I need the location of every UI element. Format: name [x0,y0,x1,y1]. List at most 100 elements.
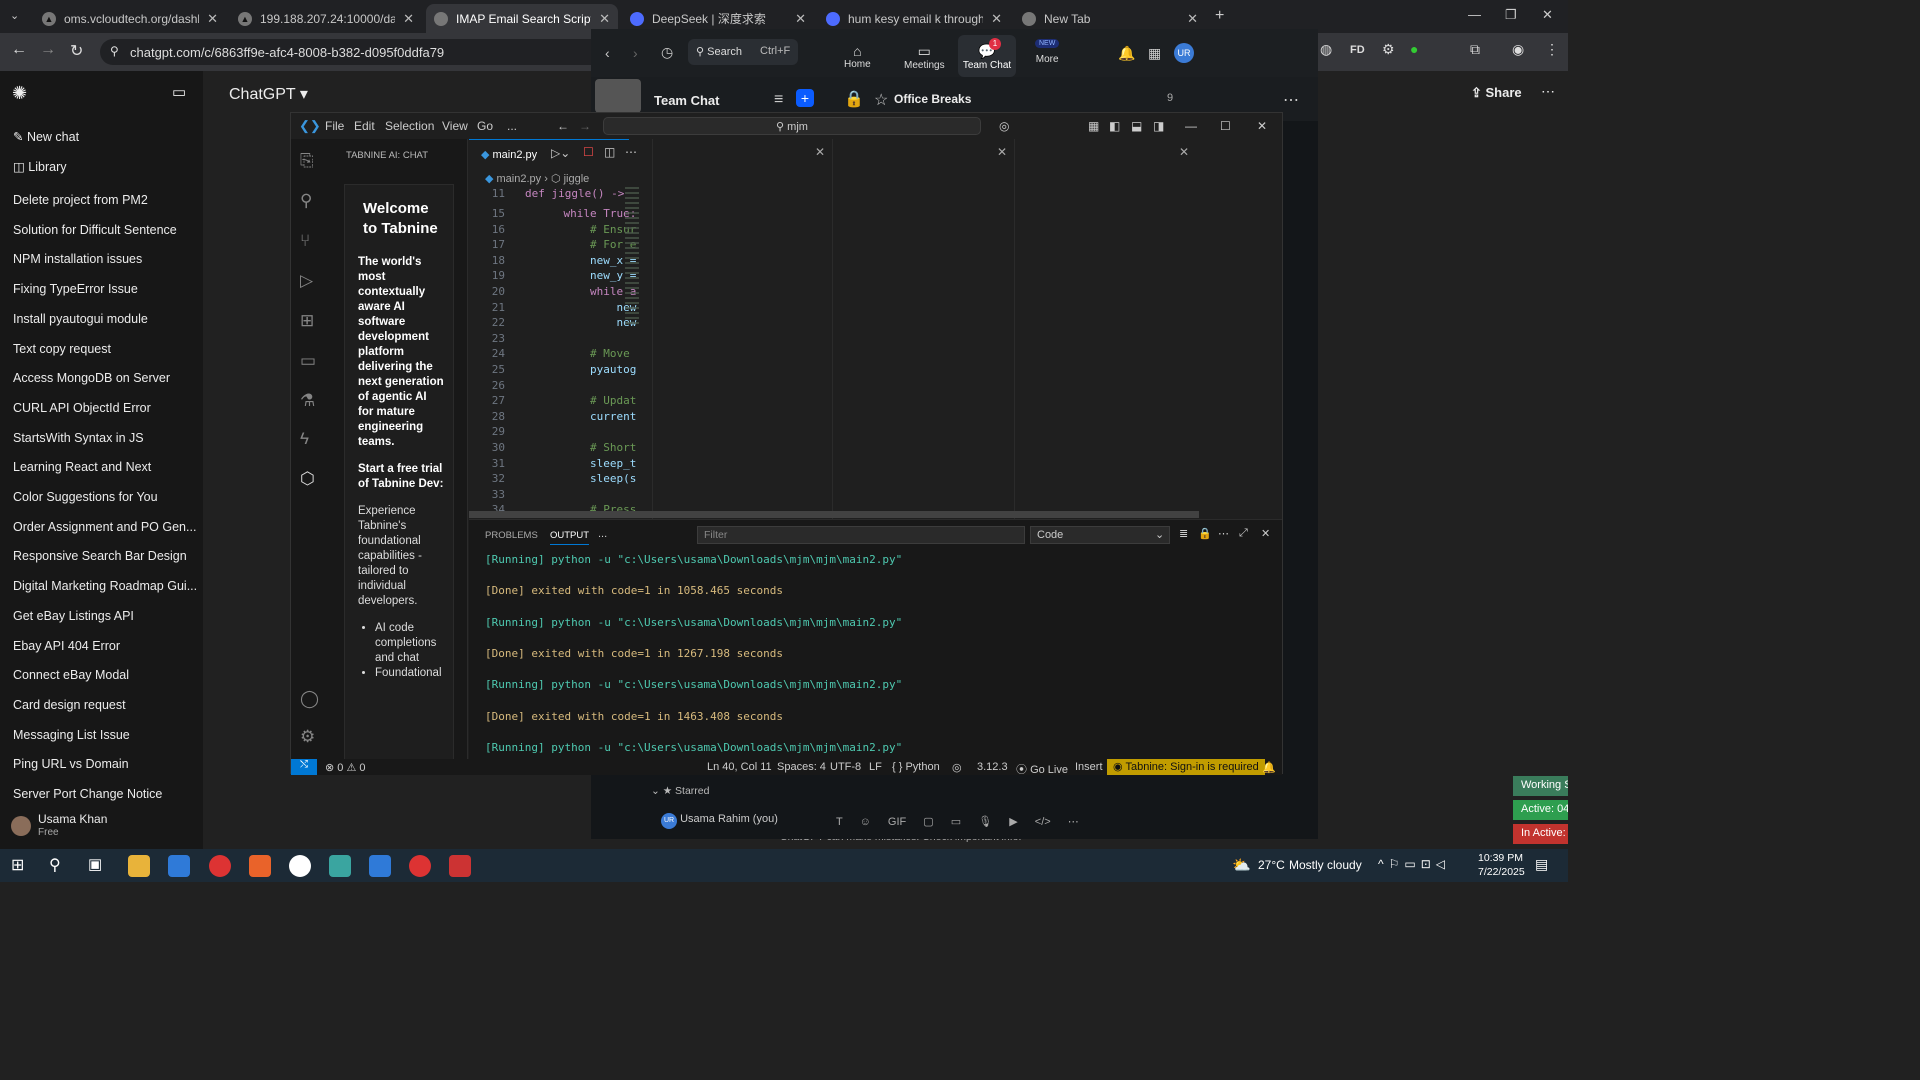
code-line[interactable]: # Updat [537,394,636,407]
indentation[interactable]: Spaces: 4 [777,761,826,773]
breadcrumb[interactable]: ◆ main2.py › ⬡ jiggle [485,172,589,185]
back-icon[interactable]: ← [11,41,27,59]
weather-temp[interactable]: 27°C [1258,858,1285,872]
chat-history-item[interactable]: Responsive Search Bar Design [13,549,187,563]
starred-section[interactable]: ⌄ ★ Starred [651,785,709,797]
code-line[interactable]: # Ensur [537,223,636,236]
chat-history-item[interactable]: Text copy request [13,342,111,356]
clock-time[interactable]: 10:39 PM [1478,852,1523,864]
share-button[interactable]: ⇪ Share [1471,85,1522,101]
close-icon[interactable]: ✕ [207,11,218,27]
menu-view[interactable]: View [442,119,468,133]
code-line[interactable]: new [537,301,636,314]
zoom-nav-meetings[interactable]: ▭ Meetings [904,43,945,71]
python-version[interactable]: 3.12.3 [977,761,1008,773]
code-line[interactable]: while True: [537,207,636,220]
back-icon[interactable]: ← [557,119,569,133]
task-view-icon[interactable]: ▣ [88,855,110,877]
more-options-icon[interactable]: ⋯ [1068,816,1079,828]
mic-icon[interactable]: 🎙 [978,816,992,828]
vpn-icon[interactable]: ◍ [1320,41,1332,58]
chat-history-item[interactable]: Card design request [13,698,126,712]
maximize-button[interactable]: ☐ [1220,119,1231,133]
output-channel-select[interactable]: Code ⌄ [1030,526,1170,544]
zoom-search-input[interactable]: ⚲ Search Ctrl+F [688,39,798,65]
chat-history-item[interactable]: Fixing TypeError Issue [13,282,138,296]
extension-icon[interactable]: ⚙ [1382,41,1395,58]
breadcrumb-file[interactable]: main2.py [497,173,542,185]
zoom-nav-team-chat[interactable]: 💬 Team Chat 1 [958,35,1016,77]
close-icon[interactable]: ✕ [599,11,610,27]
channel-title[interactable]: Office Breaks [894,92,971,106]
extensions-icon[interactable]: ⊞ [300,311,314,331]
zoom-app-icon[interactable] [249,855,271,877]
more-options-icon[interactable]: ⋯ [1283,90,1299,110]
code-line[interactable]: # Short [537,441,636,454]
accounts-icon[interactable]: ◯ [300,689,319,709]
chat-history-item[interactable]: Connect eBay Modal [13,668,129,682]
avatar[interactable] [11,816,31,836]
problems-indicator[interactable]: ⊗ 0 ⚠ 0 [325,761,365,774]
user-name[interactable]: Usama Khan [38,812,107,826]
browser-menu-icon[interactable]: ⋮ [1545,41,1559,58]
toggle-sidebar-icon[interactable]: ◧ [1109,119,1120,133]
toggle-secondary-sidebar-icon[interactable]: ◨ [1153,119,1164,133]
weather-desc[interactable]: Mostly cloudy [1289,858,1362,872]
chat-history-item[interactable]: NPM installation issues [13,252,142,266]
menu-edit[interactable]: Edit [354,119,375,133]
notifications-bell-icon[interactable]: 🔔 [1262,761,1276,774]
bell-icon[interactable]: 🔔 [1118,45,1135,62]
menu-selection[interactable]: Selection [385,119,434,133]
store-icon[interactable] [168,855,190,877]
fd-extension-icon[interactable]: FD [1350,44,1365,56]
testing-icon[interactable]: ⚗ [300,391,315,411]
menu-go[interactable]: Go [477,119,493,133]
code-line[interactable]: def jiggle() -> [525,187,624,200]
chat-history-item[interactable]: Learning React and Next [13,460,151,474]
more-actions-icon[interactable]: ⋯ [625,145,637,159]
chat-history-item[interactable]: Ping URL vs Domain [13,757,129,771]
line-ending[interactable]: LF [869,761,882,773]
minimize-button[interactable]: — [1468,7,1481,22]
remote-indicator[interactable]: ⤭ [291,759,317,775]
panel-more-icon[interactable]: ... [598,528,607,540]
windows-start-icon[interactable]: ⊞ [11,855,33,877]
text-format-icon[interactable]: T [836,816,843,828]
menu-more[interactable]: ... [507,119,517,133]
close-icon[interactable]: ✕ [403,11,414,27]
sidebar-toggle-icon[interactable]: ▭ [172,83,186,101]
browser-tab[interactable]: ▲ 199.188.207.24:10000/dashboa ✕ [230,4,422,33]
menu-file[interactable]: File [325,119,344,133]
command-center-search[interactable]: ⚲ mjm [603,117,981,135]
more-options-icon[interactable]: ⋯ [1541,83,1555,100]
layout-icon[interactable]: ▦ [1088,119,1099,133]
lock-scroll-icon[interactable]: 🔒 [1198,527,1212,540]
tab-search-icon[interactable]: ⌄ [10,9,19,22]
code-line[interactable]: sleep_t [537,457,636,470]
clock-date[interactable]: 7/22/2025 [1478,866,1525,878]
contact-row[interactable]: UR Usama Rahim (you) [661,813,778,829]
minimap[interactable] [625,187,639,327]
horizontal-scrollbar[interactable] [469,511,1199,518]
zoom-nav-home[interactable]: ⌂ Home [844,43,871,70]
chat-history-item[interactable]: Color Suggestions for You [13,490,158,504]
chat-history-item[interactable]: Messaging List Issue [13,728,130,742]
panel-more-icon[interactable]: ⋯ [1218,527,1229,540]
maximize-panel-icon[interactable]: ⤢ [1239,527,1248,540]
forward-icon[interactable]: → [40,41,56,59]
window-close-button[interactable]: ✕ [1542,7,1553,23]
file-icon[interactable]: ▢ [923,816,933,828]
zoom-nav-more[interactable]: NEW More [1035,39,1060,65]
chrome-icon[interactable] [409,855,431,877]
close-icon[interactable]: ✕ [815,145,825,159]
screenshot-icon[interactable]: ▭ [951,816,961,828]
chat-history-item[interactable]: Digital Marketing Roadmap Gui... [13,579,197,593]
code-icon[interactable]: </> [1035,816,1051,828]
new-tab-button[interactable]: + [1215,7,1224,25]
split-editor-icon[interactable]: ◫ [604,145,615,159]
reload-icon[interactable]: ↻ [70,41,83,61]
chat-history-item[interactable]: Solution for Difficult Sentence [13,223,177,237]
video-icon[interactable]: ▶ [1009,816,1017,828]
insert-mode[interactable]: Insert [1075,761,1103,773]
tab-output[interactable]: OUTPUT [550,530,590,545]
